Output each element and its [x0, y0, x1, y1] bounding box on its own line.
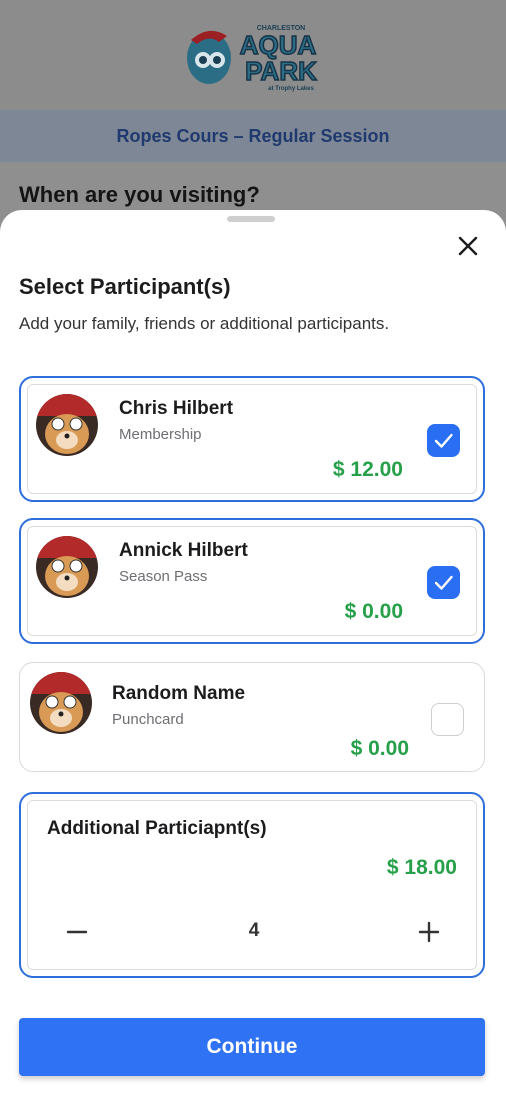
participant-checkbox[interactable] [431, 703, 464, 736]
sheet-subtitle: Add your family, friends or additional p… [19, 314, 390, 333]
participant-name: Annick Hilbert [119, 540, 248, 561]
close-button[interactable] [454, 232, 482, 260]
participant-checkbox[interactable] [427, 566, 460, 599]
sheet-grabber[interactable] [227, 216, 275, 222]
participant-name: Chris Hilbert [119, 398, 234, 419]
check-icon [434, 575, 453, 590]
decrement-button[interactable] [59, 914, 95, 950]
page-header: CHARLESTON AQUA PARK at Trophy Lakes [0, 0, 506, 110]
participant-pass-type: Punchcard [112, 711, 184, 728]
avatar [36, 536, 98, 598]
session-title: Ropes Cours – Regular Session [116, 125, 390, 146]
participant-name: Random Name [112, 683, 246, 704]
svg-text:at Trophy Lakes: at Trophy Lakes [268, 86, 314, 92]
participant-card[interactable]: Chris Hilbert Membership $ 12.00 [19, 376, 485, 502]
additional-participants-price: $ 18.00 [386, 856, 457, 879]
sheet-title: Select Participant(s) [19, 274, 231, 299]
participant-price: $ 12.00 [332, 458, 403, 481]
participant-checkbox[interactable] [427, 424, 460, 457]
participant-card[interactable]: Annick Hilbert Season Pass $ 0.00 [19, 518, 485, 644]
session-banner: Ropes Cours – Regular Session [0, 110, 506, 162]
close-icon [458, 236, 478, 256]
participant-price: $ 0.00 [350, 737, 409, 760]
avatar [30, 672, 92, 734]
participant-price: $ 0.00 [344, 600, 403, 623]
quantity-value: 4 [248, 920, 260, 941]
participant-sheet: Select Participant(s) Add your family, f… [0, 210, 506, 1096]
additional-participants-card: Additional Particiapnt(s) $ 18.00 4 [19, 792, 485, 978]
minus-icon [66, 930, 88, 934]
visiting-heading: When are you visiting? [19, 182, 260, 207]
participant-card[interactable]: Random Name Punchcard $ 0.00 [19, 662, 485, 772]
plus-icon [418, 921, 440, 943]
participant-pass-type: Season Pass [119, 568, 208, 585]
continue-label: Continue [206, 1035, 298, 1058]
participant-pass-type: Membership [119, 426, 202, 443]
additional-participants-title: Additional Particiapnt(s) [47, 818, 267, 839]
continue-button[interactable]: Continue [19, 1018, 485, 1076]
svg-text:PARK: PARK [245, 56, 317, 86]
check-icon [434, 433, 453, 448]
increment-button[interactable] [411, 914, 447, 950]
avatar [36, 394, 98, 456]
aqua-park-logo: CHARLESTON AQUA PARK at Trophy Lakes [187, 25, 318, 92]
